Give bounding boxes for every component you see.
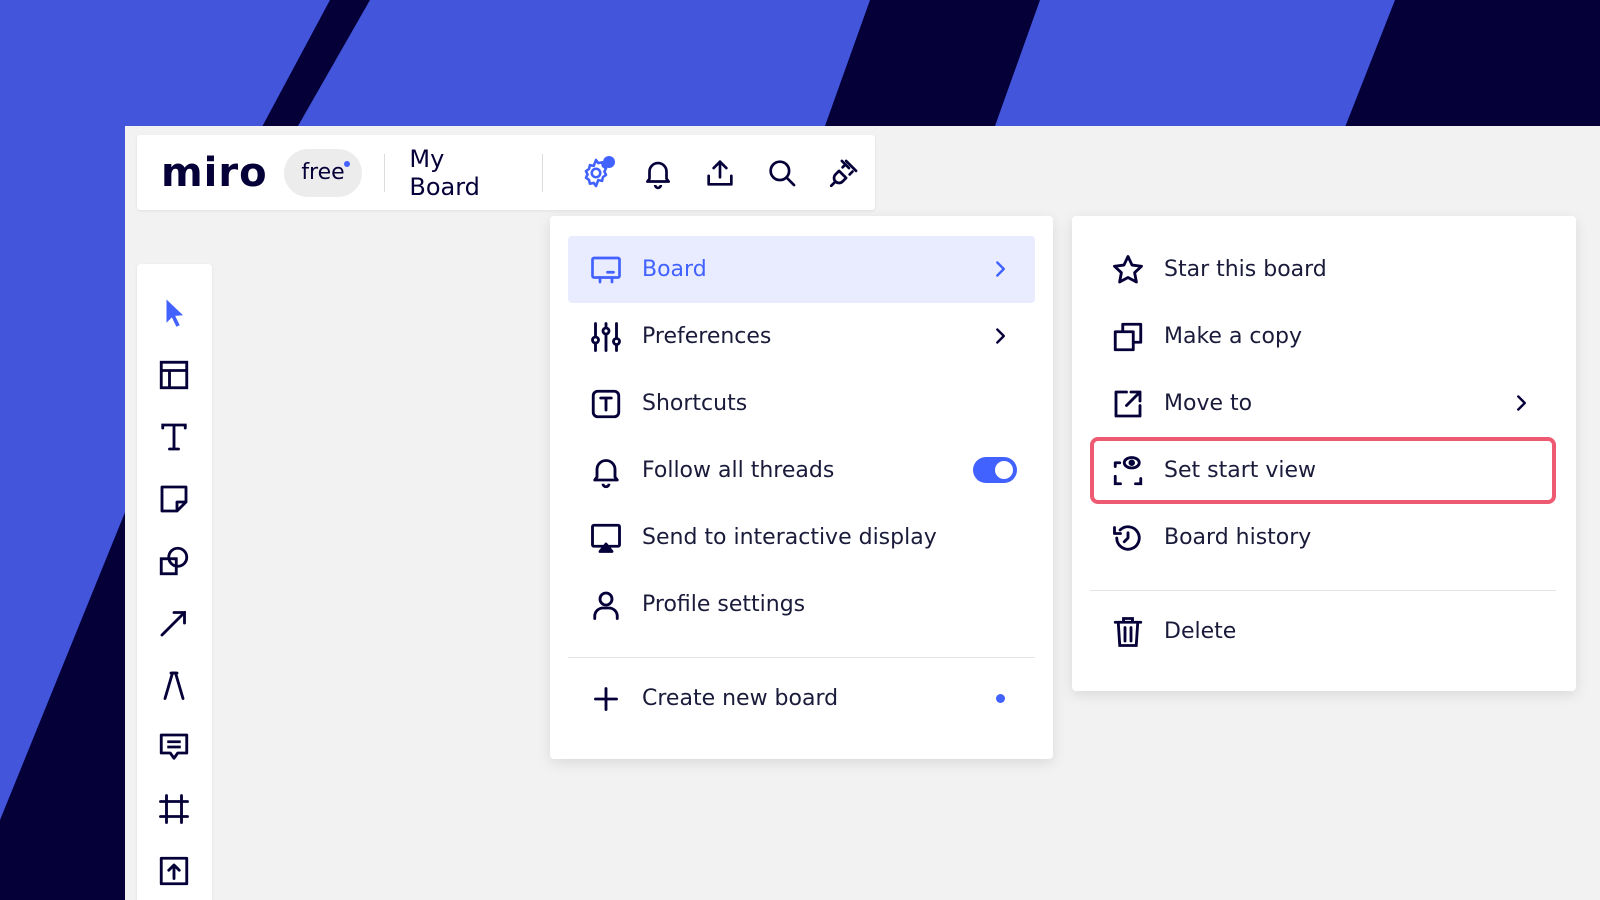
- select-cursor-icon: [166, 299, 183, 327]
- trash-icon: [1108, 612, 1148, 652]
- comment-icon: [159, 733, 189, 760]
- submenu-item-move-to[interactable]: Move to: [1090, 370, 1556, 437]
- submenu-item-delete[interactable]: Delete: [1090, 598, 1556, 665]
- tool-templates[interactable]: [149, 350, 199, 400]
- copy-icon: [1108, 317, 1148, 357]
- display-icon: [586, 518, 626, 558]
- plan-badge-label: free: [301, 160, 345, 185]
- text-icon: [161, 423, 187, 451]
- menu-item-label: Follow all threads: [642, 458, 835, 483]
- submenu-item-board-history[interactable]: Board history: [1090, 504, 1556, 571]
- plug-icon: [829, 159, 858, 187]
- plus-icon: [586, 679, 626, 719]
- menu-item-label: Send to interactive display: [642, 525, 937, 550]
- tool-line[interactable]: [149, 598, 199, 648]
- bell-icon: [586, 451, 626, 491]
- frame-icon: [159, 794, 189, 824]
- plan-badge-dot: [344, 160, 351, 167]
- menu-item-preferences[interactable]: Preferences: [568, 303, 1035, 370]
- submenu-item-star[interactable]: Star this board: [1090, 236, 1556, 303]
- search-icon: [769, 159, 796, 186]
- sticky-note-icon: [160, 485, 188, 513]
- plan-badge[interactable]: free: [283, 148, 363, 197]
- submenu-divider: [1090, 590, 1556, 591]
- menu-item-shortcuts[interactable]: Shortcuts: [568, 370, 1035, 437]
- submenu-item-label: Star this board: [1164, 257, 1327, 282]
- tool-select[interactable]: [149, 288, 199, 338]
- submenu-item-label: Set start view: [1164, 458, 1317, 483]
- settings-menu: Board Preferences Shortcuts Follow all t…: [550, 216, 1053, 759]
- divider: [542, 153, 544, 192]
- top-bar: miro free My Board: [137, 135, 875, 210]
- pen-icon: [163, 671, 185, 700]
- board-name[interactable]: My Board: [409, 145, 518, 201]
- history-icon: [1108, 518, 1148, 558]
- arrow-line-icon: [160, 611, 186, 637]
- submenu-item-label: Move to: [1164, 391, 1253, 416]
- menu-item-label: Create new board: [642, 686, 839, 711]
- tool-upload[interactable]: [149, 846, 199, 896]
- person-icon: [586, 585, 626, 625]
- share-upload-button[interactable]: [689, 142, 751, 204]
- shapes-icon: [159, 546, 189, 576]
- settings-button[interactable]: [565, 142, 627, 204]
- menu-item-board[interactable]: Board: [568, 236, 1035, 303]
- follow-threads-toggle[interactable]: [973, 457, 1017, 483]
- menu-item-label: Profile settings: [642, 592, 806, 617]
- board-icon: [586, 250, 626, 290]
- miro-logo[interactable]: miro: [161, 153, 268, 193]
- left-toolbar: [137, 264, 212, 900]
- new-indicator-dot: [996, 694, 1005, 703]
- sliders-icon: [586, 317, 626, 357]
- chevron-right-icon: [996, 328, 1005, 344]
- search-button[interactable]: [751, 142, 813, 204]
- menu-item-profile-settings[interactable]: Profile settings: [568, 571, 1035, 638]
- upload-icon: [159, 856, 189, 886]
- menu-item-follow-threads[interactable]: Follow all threads: [568, 437, 1035, 504]
- bell-icon: [646, 161, 670, 189]
- submenu-item-label: Delete: [1164, 619, 1237, 644]
- submenu-item-label: Board history: [1164, 525, 1312, 550]
- menu-item-create-board[interactable]: Create new board: [568, 665, 1035, 732]
- menu-item-label: Preferences: [642, 324, 772, 349]
- move-to-icon: [1108, 384, 1148, 424]
- submenu-item-label: Make a copy: [1164, 324, 1302, 349]
- board-submenu: Star this board Make a copy Move to Set …: [1072, 216, 1576, 691]
- menu-item-send-to-display[interactable]: Send to interactive display: [568, 504, 1035, 571]
- chevron-right-icon: [996, 261, 1005, 277]
- star-icon: [1108, 250, 1148, 290]
- notifications-button[interactable]: [627, 142, 689, 204]
- integrations-button[interactable]: [813, 142, 875, 204]
- tool-frame[interactable]: [149, 784, 199, 834]
- divider: [384, 153, 386, 192]
- notification-dot: [603, 155, 616, 168]
- tool-pen[interactable]: [149, 660, 199, 710]
- keyboard-key-icon: [586, 384, 626, 424]
- menu-item-label: Shortcuts: [642, 391, 748, 416]
- upload-icon: [707, 159, 733, 186]
- start-view-icon: [1108, 451, 1148, 491]
- menu-item-label: Board: [642, 257, 707, 282]
- chevron-right-icon: [1517, 395, 1526, 411]
- submenu-item-set-start-view[interactable]: Set start view: [1090, 437, 1556, 504]
- submenu-item-copy[interactable]: Make a copy: [1090, 303, 1556, 370]
- toggle-knob: [995, 461, 1013, 479]
- tool-text[interactable]: [149, 412, 199, 462]
- templates-icon: [159, 360, 189, 390]
- tool-comment[interactable]: [149, 722, 199, 772]
- menu-divider: [568, 657, 1035, 658]
- tool-shapes[interactable]: [149, 536, 199, 586]
- tool-sticky-note[interactable]: [149, 474, 199, 524]
